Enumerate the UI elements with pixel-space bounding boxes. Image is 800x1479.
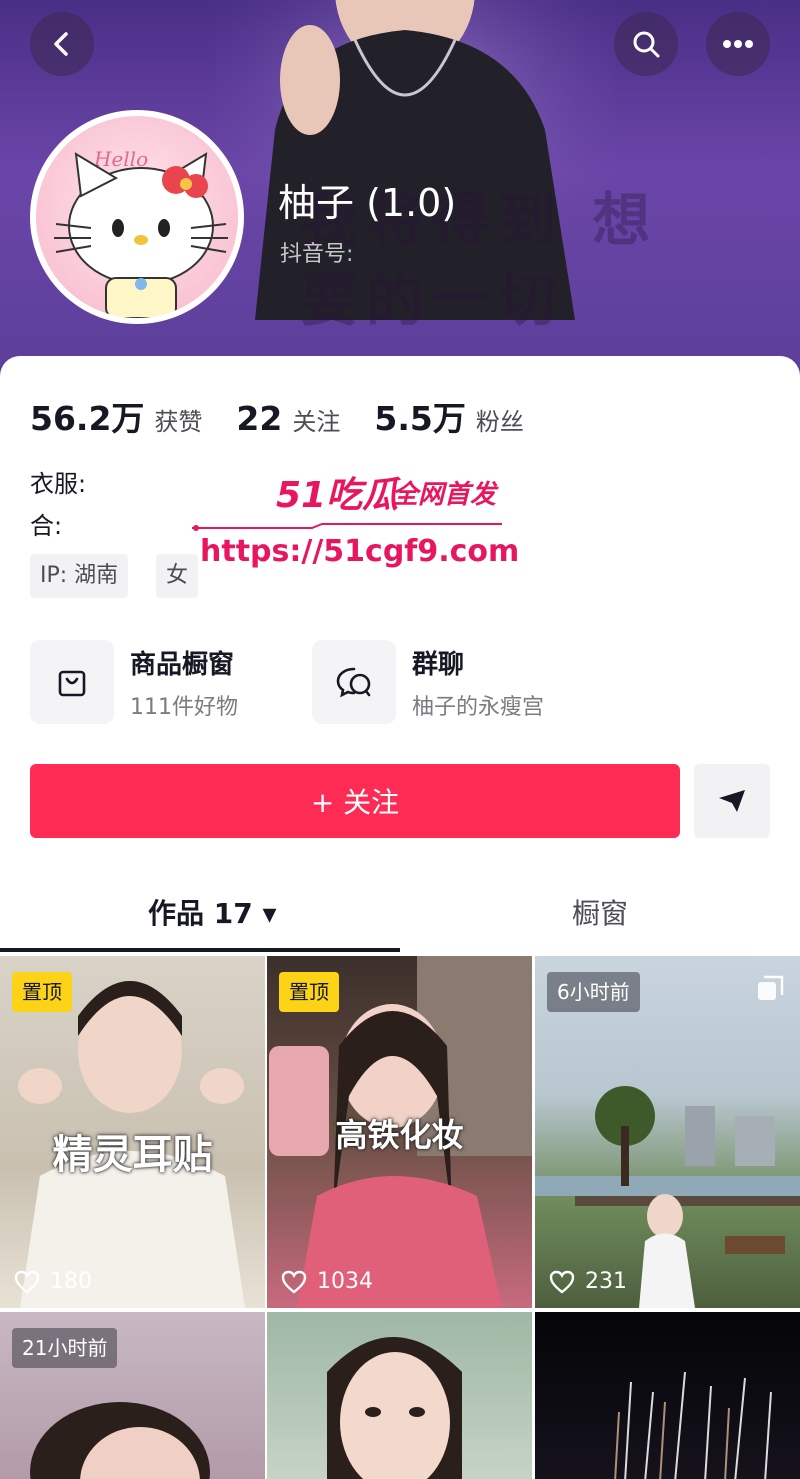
- pinned-badge: 置顶: [12, 972, 72, 1012]
- tab-works[interactable]: 作品 17 ▾: [148, 892, 277, 932]
- share-button[interactable]: [694, 764, 770, 838]
- heart-icon: [549, 1270, 575, 1294]
- profile-stats: 56.2万 获赞 22 关注 5.5万 粉丝: [30, 392, 558, 440]
- back-button[interactable]: [30, 12, 94, 76]
- chevron-left-icon: [54, 32, 68, 56]
- hello-kitty-avatar-icon: Hello: [54, 147, 228, 318]
- posted-time-badge: 6小时前: [547, 972, 640, 1012]
- heart-icon: [281, 1270, 307, 1294]
- group-chat-icon-box: [312, 640, 396, 724]
- search-button[interactable]: [614, 12, 678, 76]
- nickname: 柚子 (1.0): [278, 181, 457, 225]
- profile-banner: 我将得到 想要的一切 Hello 柚子 (1.0) 抖音号:: [0, 0, 800, 380]
- video-caption: 精灵耳贴: [52, 1132, 213, 1178]
- douyin-id: 抖音号:: [280, 242, 354, 267]
- more-button[interactable]: [706, 12, 770, 76]
- pinned-badge: 置顶: [279, 972, 339, 1012]
- follow-button[interactable]: + 关注: [30, 764, 680, 838]
- avatar[interactable]: Hello: [30, 110, 244, 324]
- posted-time-badge: 21小时前: [12, 1328, 118, 1368]
- group-chat-icon: [336, 667, 371, 698]
- content-tabs: 作品 17 ▾ 橱窗: [0, 876, 800, 954]
- bio-line-2: 合:: [30, 512, 63, 540]
- video-likes: 180: [14, 1269, 92, 1294]
- active-tab-indicator: [0, 948, 400, 952]
- search-icon: [633, 31, 660, 58]
- group-chat-subtitle: 柚子的永瘦宫: [412, 694, 545, 720]
- video-thumbnail: [614, 1371, 772, 1479]
- send-arrow-icon: [719, 790, 745, 812]
- video-tile[interactable]: 6小时前 231: [535, 956, 800, 1308]
- multi-image-icon: [758, 975, 784, 1000]
- like-count: 231: [585, 1269, 627, 1294]
- profile-card: 56.2万 获赞 22 关注 5.5万 粉丝 衣服: 合: IP: 湖南 女 5…: [0, 356, 800, 1479]
- more-dots-icon: [723, 40, 753, 48]
- tab-shop-window[interactable]: 橱窗: [572, 892, 628, 932]
- shop-window-icon-box: [30, 640, 114, 724]
- likes-label: 获赞: [154, 408, 203, 436]
- bio-line-1: 衣服:: [30, 470, 87, 498]
- watermark-slogan: 全网首发: [392, 480, 497, 510]
- following-label[interactable]: 关注: [292, 402, 340, 437]
- shop-window-title: 商品橱窗: [130, 649, 235, 680]
- video-tile[interactable]: [267, 1312, 532, 1479]
- ip-location-tag: IP: 湖南: [30, 554, 129, 598]
- video-tile[interactable]: [535, 1312, 800, 1479]
- group-chat-entry[interactable]: 群聊 柚子的永瘦宫: [312, 640, 544, 724]
- video-tile[interactable]: 置顶 高铁化妆 1034: [267, 956, 532, 1308]
- watermark-url: https://51cgf9.com: [200, 534, 520, 569]
- shop-window-subtitle: 111件好物: [130, 694, 238, 720]
- heart-icon: [14, 1270, 40, 1294]
- video-likes: 231: [549, 1269, 627, 1294]
- video-caption: 高铁化妆: [335, 1116, 464, 1154]
- video-likes: 1034: [281, 1269, 373, 1294]
- video-tile[interactable]: 21小时前: [0, 1312, 265, 1479]
- like-count: 1034: [317, 1269, 373, 1294]
- video-thumbnail: [327, 1337, 462, 1479]
- watermark-logo: 51吃瓜: [276, 475, 399, 516]
- followers-label[interactable]: 粉丝: [476, 402, 524, 437]
- following-count[interactable]: 22: [236, 399, 282, 438]
- followers-count[interactable]: 5.5万: [374, 392, 465, 440]
- video-tile[interactable]: 置顶 精灵耳贴 180: [0, 956, 265, 1308]
- like-count: 180: [50, 1269, 92, 1294]
- group-chat-title: 群聊: [412, 649, 465, 680]
- shopping-bag-icon: [58, 670, 86, 697]
- watermark-line: [192, 523, 502, 531]
- watermark: 51吃瓜 全网首发 https://51cgf9.com: [192, 466, 522, 576]
- likes-count: 56.2万: [30, 399, 145, 438]
- shop-window-entry[interactable]: 商品橱窗 111件好物: [30, 640, 238, 724]
